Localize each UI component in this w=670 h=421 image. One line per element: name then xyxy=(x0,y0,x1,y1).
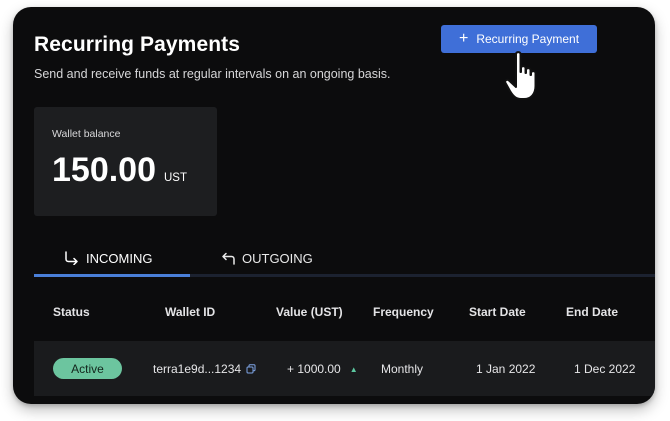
add-recurring-payment-label: Recurring Payment xyxy=(476,32,580,46)
page-subtitle: Send and receive funds at regular interv… xyxy=(34,67,391,81)
trend-up-icon: ▲ xyxy=(349,364,358,374)
recurring-payments-panel: Recurring Payments Send and receive fund… xyxy=(13,7,655,404)
status-badge: Active xyxy=(53,358,122,379)
start-date-value: 1 Jan 2022 xyxy=(476,362,536,376)
column-header-start-date: Start Date xyxy=(469,305,526,319)
tab-incoming-label: INCOMING xyxy=(86,250,153,266)
column-header-end-date: End Date xyxy=(566,305,619,319)
plus-icon: + xyxy=(458,29,469,47)
wallet-balance-unit: UST xyxy=(164,172,187,184)
copy-icon[interactable] xyxy=(246,364,256,374)
arrow-turn-down-right-icon xyxy=(65,251,78,265)
wallet-balance-card: Wallet balance 150.00 UST xyxy=(34,107,217,216)
value-amount: + 1000.00 xyxy=(287,362,341,376)
wallet-balance-amount: 150.00 UST xyxy=(52,151,187,190)
frequency-value: Monthly xyxy=(381,362,424,376)
screen: Recurring Payments Send and receive fund… xyxy=(0,0,670,421)
tab-incoming[interactable]: INCOMING xyxy=(64,243,152,273)
add-recurring-payment-button[interactable]: + Recurring Payment xyxy=(441,25,597,53)
wallet-balance-label: Wallet balance xyxy=(52,128,121,140)
page-title: Recurring Payments xyxy=(34,33,241,56)
hand-pointer-cursor-icon xyxy=(504,51,537,100)
end-date-value: 1 Dec 2022 xyxy=(574,362,636,376)
wallet-id-cell: terra1e9d...1234 xyxy=(153,362,256,376)
tab-outgoing[interactable]: OUTGOING xyxy=(220,243,313,273)
wallet-id-value: terra1e9d...1234 xyxy=(153,362,242,376)
column-header-value: Value (UST) xyxy=(276,305,343,319)
payment-direction-tabs: INCOMING OUTGOING xyxy=(34,243,655,277)
column-header-status: Status xyxy=(53,305,90,319)
tab-active-indicator xyxy=(34,274,190,277)
wallet-balance-value: 150.00 xyxy=(52,151,156,189)
column-header-frequency: Frequency xyxy=(373,305,434,319)
start-date-cell: 1 Jan 2022 xyxy=(476,362,535,376)
end-date-cell: 1 Dec 2022 xyxy=(574,362,635,376)
value-cell: + 1000.00 ▲ xyxy=(287,362,358,376)
frequency-cell: Monthly xyxy=(381,362,423,376)
column-header-wallet-id: Wallet ID xyxy=(165,305,216,319)
arrow-turn-up-left-icon xyxy=(222,252,235,265)
tab-outgoing-label: OUTGOING xyxy=(242,250,313,266)
